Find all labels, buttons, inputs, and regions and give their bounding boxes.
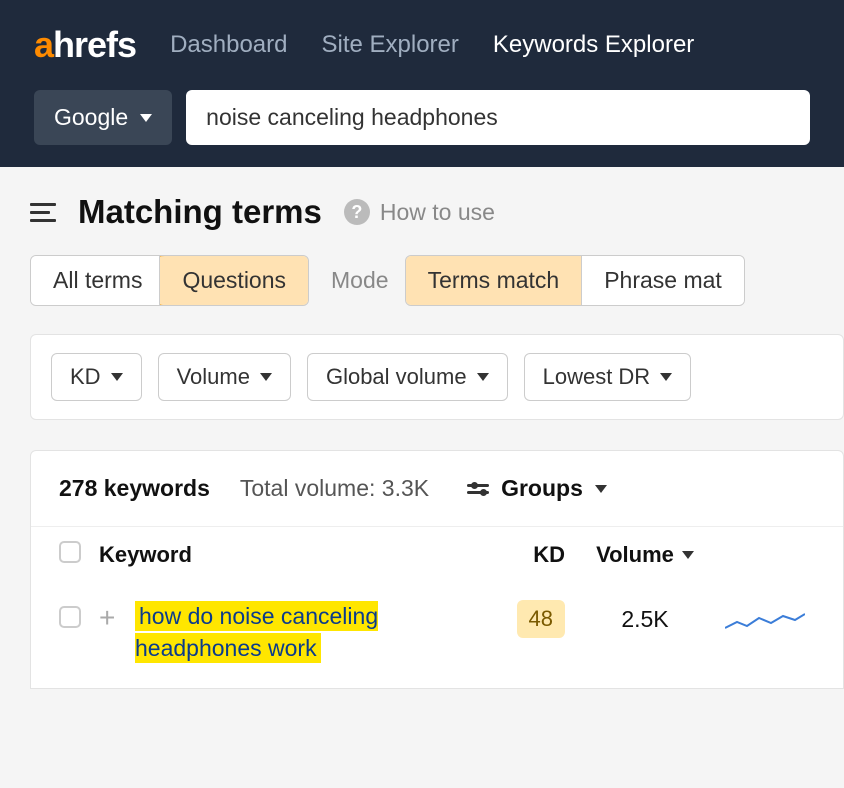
- kd-badge: 48: [517, 600, 565, 638]
- chevron-down-icon: [660, 373, 672, 381]
- row-checkbox[interactable]: [59, 606, 81, 628]
- how-to-use-link[interactable]: ? How to use: [344, 199, 495, 226]
- sort-desc-icon: [682, 551, 694, 559]
- volume-cell: 2.5K: [565, 600, 725, 633]
- tabs-row: All terms Questions Mode Terms match Phr…: [30, 255, 844, 306]
- content-area: Matching terms ? How to use All terms Qu…: [0, 167, 844, 689]
- filter-kd[interactable]: KD: [51, 353, 142, 401]
- chevron-down-icon: [260, 373, 272, 381]
- mode-tab-group: Terms match Phrase mat: [405, 255, 745, 306]
- chevron-down-icon: [111, 373, 123, 381]
- column-keyword[interactable]: Keyword: [99, 542, 495, 568]
- column-volume[interactable]: Volume: [565, 542, 725, 568]
- results-header: 278 keywords Total volume: 3.3K Groups: [31, 451, 843, 526]
- filter-volume[interactable]: Volume: [158, 353, 291, 401]
- keyword-cell[interactable]: how do noise canceling headphones work: [135, 600, 495, 664]
- search-engine-select[interactable]: Google: [34, 90, 172, 145]
- tab-all-terms[interactable]: All terms: [31, 256, 164, 305]
- help-icon: ?: [344, 199, 370, 225]
- total-volume: Total volume: 3.3K: [240, 475, 429, 502]
- tab-phrase-match[interactable]: Phrase mat: [581, 256, 744, 305]
- keyword-count: 278 keywords: [59, 475, 210, 502]
- nav-keywords-explorer[interactable]: Keywords Explorer: [493, 31, 694, 59]
- table-row: + how do noise canceling headphones work…: [31, 588, 843, 688]
- tab-terms-match[interactable]: Terms match: [406, 256, 582, 305]
- column-kd[interactable]: KD: [495, 542, 565, 568]
- how-to-use-label: How to use: [380, 199, 495, 226]
- keyword-search-input[interactable]: [186, 90, 810, 145]
- top-nav: ahrefs Dashboard Site Explorer Keywords …: [0, 0, 844, 90]
- kd-cell: 48: [495, 600, 565, 638]
- search-engine-label: Google: [54, 104, 128, 131]
- terms-tab-group: All terms Questions: [30, 255, 309, 306]
- nav-dashboard[interactable]: Dashboard: [170, 31, 287, 59]
- page-title: Matching terms: [78, 193, 322, 231]
- chevron-down-icon: [140, 114, 152, 122]
- results-card: 278 keywords Total volume: 3.3K Groups K…: [30, 450, 844, 689]
- logo-prefix: a: [34, 24, 53, 66]
- filter-global-volume[interactable]: Global volume: [307, 353, 508, 401]
- filter-lowest-dr[interactable]: Lowest DR: [524, 353, 692, 401]
- search-row: Google: [0, 90, 844, 167]
- chevron-down-icon: [595, 485, 607, 493]
- tab-questions[interactable]: Questions: [159, 255, 309, 306]
- sliders-icon: [467, 484, 489, 494]
- groups-toggle[interactable]: Groups: [467, 475, 607, 502]
- filters-card: KD Volume Global volume Lowest DR: [30, 334, 844, 420]
- sparkline-cell: [725, 600, 815, 643]
- nav-site-explorer[interactable]: Site Explorer: [321, 31, 458, 59]
- title-row: Matching terms ? How to use: [30, 193, 844, 231]
- expand-row-icon[interactable]: +: [99, 600, 135, 634]
- table-header: Keyword KD Volume: [31, 526, 843, 588]
- chevron-down-icon: [477, 373, 489, 381]
- mode-label: Mode: [331, 267, 389, 294]
- ahrefs-logo: ahrefs: [34, 24, 136, 66]
- trend-sparkline-icon: [725, 608, 805, 638]
- menu-icon[interactable]: [30, 203, 56, 222]
- logo-rest: hrefs: [53, 24, 136, 66]
- groups-label: Groups: [501, 475, 583, 502]
- select-all-checkbox[interactable]: [59, 541, 81, 563]
